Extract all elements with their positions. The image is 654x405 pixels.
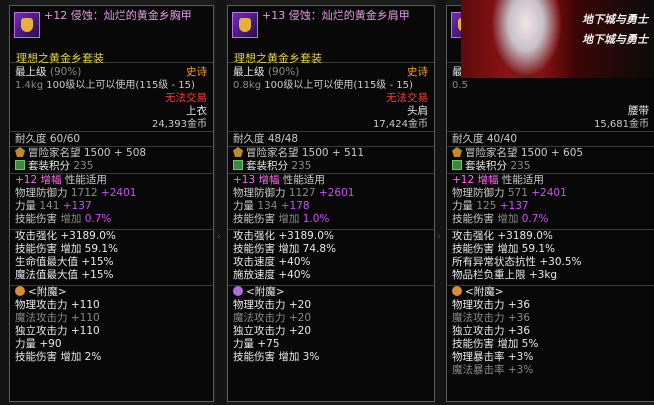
enchant-header: <附魔> xyxy=(10,285,213,299)
fame-emblem-icon xyxy=(233,147,243,157)
stat-row: 物理防御力 571 +2401 xyxy=(452,187,567,199)
durability-row: 耐久度 48/48 xyxy=(228,131,434,146)
item-tooltip-panel: +13 侵蚀：灿烂的黄金乡肩甲 理想之黄金乡套装 最上级 (90%) 史诗 0.… xyxy=(227,5,435,402)
enchant-row: 技能伤害 增加 5% xyxy=(452,338,539,350)
item-icon[interactable] xyxy=(14,12,40,38)
trade-row xyxy=(447,92,654,105)
stat-row: 物理防御力 1712 +2401 xyxy=(15,187,137,199)
item-icon[interactable] xyxy=(232,12,258,38)
rarity-label: 史诗 xyxy=(186,66,207,78)
item-header: +12 侵蚀：灿烂的黄金乡胸甲 理想之黄金乡套装 xyxy=(10,6,213,65)
arrow-icon: › xyxy=(217,232,221,242)
enchant-row: 物理暴击率 +3% xyxy=(452,351,534,363)
amplify-row: +12 增幅 性能适用 xyxy=(10,173,213,187)
grade-row: 最上级 (90%) 史诗 xyxy=(233,66,428,78)
slot-row: 上衣 xyxy=(186,105,207,117)
item-tooltip-panel: +12 侵蚀：灿烂的黄金乡胸甲 理想之黄金乡套装 最上级 (90%) 史诗 1.… xyxy=(9,5,214,402)
option-row: 生命值最大值 +15% xyxy=(15,256,114,268)
game-logo: 地下城与勇士 地下城与勇士 xyxy=(582,13,648,46)
stat-row: 技能伤害 增加 1.0% xyxy=(233,213,330,225)
fame-row: 冒险家名望 1500 + 605 xyxy=(447,146,654,160)
enchant-row: 技能伤害 增加 2% xyxy=(15,351,102,363)
fame-row: 冒险家名望 1500 + 508 xyxy=(10,146,213,160)
option-row: 攻击强化 +3189.0% xyxy=(233,230,334,242)
enchant-row: 魔法攻击力 +36 xyxy=(452,312,530,324)
set-points-icon xyxy=(452,160,462,170)
grade-row: 最上级 (90%) 史诗 xyxy=(15,66,207,78)
enchant-row: 物理攻击力 +110 xyxy=(15,299,100,311)
enchant-header: <附魔> xyxy=(228,285,434,299)
set-points-row: 套装积分 235 xyxy=(10,160,213,173)
enchant-row: 物理攻击力 +20 xyxy=(233,299,311,311)
separator-2: › xyxy=(436,0,446,405)
amplify-row: +12 增幅 性能适用 xyxy=(447,173,654,187)
item-title: +13 侵蚀：灿烂的黄金乡肩甲 xyxy=(262,9,410,22)
enchant-orb-icon xyxy=(233,286,243,296)
enchant-row: 技能伤害 增加 3% xyxy=(233,351,320,363)
enchant-row: 独立攻击力 +110 xyxy=(15,325,100,337)
trade-row: 无法交易 xyxy=(165,92,207,104)
option-row: 魔法值最大值 +15% xyxy=(15,269,114,281)
enchant-row: 物理攻击力 +36 xyxy=(452,299,530,311)
option-row: 技能伤害 增加 59.1% xyxy=(15,243,119,255)
option-row: 攻击强化 +3189.0% xyxy=(452,230,553,242)
slot-row: 腰带 xyxy=(628,105,649,117)
enchant-header: <附魔> xyxy=(447,285,654,299)
trade-row: 无法交易 xyxy=(386,92,428,104)
enchant-orb-icon xyxy=(15,286,25,296)
enchant-row: 独立攻击力 +20 xyxy=(233,325,311,337)
option-row: 所有异常状态抗性 +30.5% xyxy=(452,256,582,268)
set-name: 理想之黄金乡套装 xyxy=(16,52,104,65)
option-row: 技能伤害 增加 74.8% xyxy=(233,243,337,255)
stat-row: 物理防御力 1127 +2601 xyxy=(233,187,355,199)
option-row: 施放速度 +40% xyxy=(233,269,311,281)
option-row: 攻击强化 +3189.0% xyxy=(15,230,116,242)
requirement-row: 1.4kg 100级以上可以使用(115级 - 15) xyxy=(15,80,195,91)
fame-row: 冒险家名望 1500 + 511 xyxy=(228,146,434,160)
durability-row: 耐久度 60/60 xyxy=(10,131,213,146)
set-points-row: 套装积分 235 xyxy=(228,160,434,173)
item-title: +12 侵蚀：灿烂的黄金乡胸甲 xyxy=(44,9,192,22)
price-row: 24,393金币 xyxy=(152,119,207,130)
set-points-icon xyxy=(233,160,243,170)
option-row: 物品栏负重上限 +3kg xyxy=(452,269,558,281)
set-name: 理想之黄金乡套装 xyxy=(234,52,322,65)
enchant-row: 力量 +75 xyxy=(233,338,280,350)
stat-row: 力量 134 +178 xyxy=(233,200,310,212)
durability-row: 耐久度 40/40 xyxy=(447,131,654,146)
price-row: 17,424金币 xyxy=(373,119,428,130)
requirement-row: 0.8kg 100级以上可以使用(115级 - 15) xyxy=(233,80,413,91)
option-row: 技能伤害 增加 59.1% xyxy=(452,243,556,255)
price-row: 15,681金币 xyxy=(594,119,649,130)
character-art xyxy=(491,0,561,78)
arrow-icon: › xyxy=(437,232,441,242)
enchant-row: 魔法攻击力 +110 xyxy=(15,312,100,324)
set-points-row: 套装积分 235 xyxy=(447,160,654,173)
slot-row: 头肩 xyxy=(407,105,428,117)
fame-emblem-icon xyxy=(15,147,25,157)
enchant-row: 魔法攻击力 +20 xyxy=(233,312,311,324)
stat-row: 技能伤害 增加 0.7% xyxy=(452,213,549,225)
enchant-row: 力量 +90 xyxy=(15,338,62,350)
enchant-orb-icon xyxy=(452,286,462,296)
item-header: +13 侵蚀：灿烂的黄金乡肩甲 理想之黄金乡套装 xyxy=(228,6,434,65)
stat-row: 力量 125 +137 xyxy=(452,200,529,212)
amplify-row: +13 增幅 性能适用 xyxy=(228,173,434,187)
enchant-row: 魔法暴击率 +3% xyxy=(452,364,534,376)
rarity-label: 史诗 xyxy=(407,66,428,78)
option-row: 攻击速度 +40% xyxy=(233,256,311,268)
separator-1: › xyxy=(216,0,226,405)
enchant-row: 独立攻击力 +36 xyxy=(452,325,530,337)
requirement-row: 0.5 xyxy=(452,80,468,91)
set-points-icon xyxy=(15,160,25,170)
stat-row: 技能伤害 增加 0.7% xyxy=(15,213,112,225)
stat-row: 力量 141 +137 xyxy=(15,200,92,212)
fame-emblem-icon xyxy=(452,147,462,157)
game-banner-image: 地下城与勇士 地下城与勇士 xyxy=(461,0,654,78)
